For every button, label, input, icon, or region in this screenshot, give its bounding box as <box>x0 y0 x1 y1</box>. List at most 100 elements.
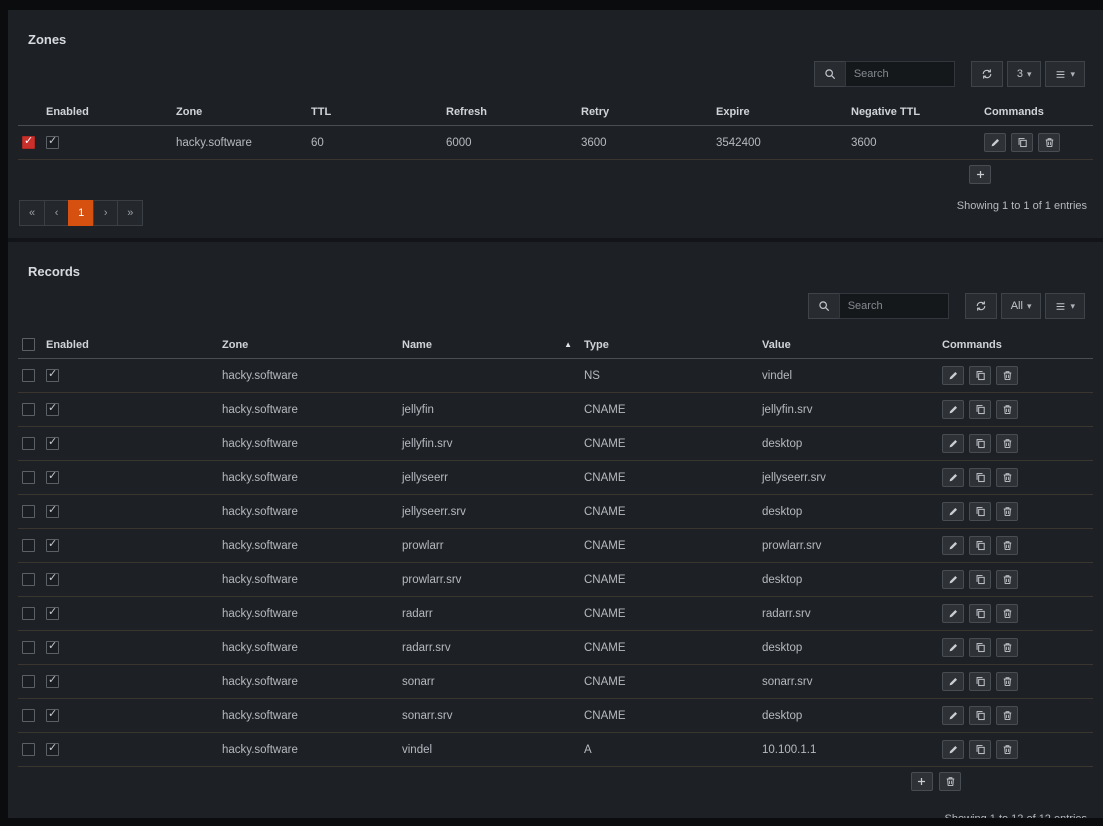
delete-button[interactable] <box>996 400 1018 419</box>
zones-col-ttl[interactable]: TTL <box>307 99 442 126</box>
row-select-checkbox[interactable] <box>22 641 35 654</box>
records-select-all-header <box>18 331 42 359</box>
records-summary-row: Showing 1 to 12 of 12 entries <box>18 813 1093 818</box>
enabled-checkbox[interactable]: ✓ <box>46 369 59 382</box>
edit-button[interactable] <box>984 133 1006 152</box>
zones-search-input[interactable] <box>845 61 955 87</box>
copy-button[interactable] <box>969 604 991 623</box>
copy-icon <box>975 744 986 755</box>
enabled-checkbox[interactable]: ✓ <box>46 403 59 416</box>
copy-button[interactable] <box>969 672 991 691</box>
edit-button[interactable] <box>942 536 964 555</box>
list-icon <box>1055 69 1066 80</box>
enabled-checkbox[interactable]: ✓ <box>46 471 59 484</box>
records-search-input[interactable] <box>839 293 949 319</box>
edit-button[interactable] <box>942 604 964 623</box>
row-select-checkbox[interactable] <box>22 743 35 756</box>
copy-button[interactable] <box>969 536 991 555</box>
select-all-checkbox[interactable] <box>22 338 35 351</box>
zones-refresh-button[interactable] <box>971 61 1003 87</box>
zones-columns-dropdown[interactable]: ▾ <box>1045 61 1085 87</box>
edit-button[interactable] <box>942 570 964 589</box>
pagination-page-1-button[interactable]: 1 <box>68 200 94 226</box>
edit-button[interactable] <box>942 740 964 759</box>
zones-col-refresh[interactable]: Refresh <box>442 99 577 126</box>
copy-button[interactable] <box>969 434 991 453</box>
row-select-checkbox[interactable]: ✓ <box>22 136 35 149</box>
row-select-checkbox[interactable] <box>22 607 35 620</box>
delete-button[interactable] <box>996 434 1018 453</box>
zones-col-negative-ttl[interactable]: Negative TTL <box>847 99 980 126</box>
records-columns-dropdown[interactable]: ▾ <box>1045 293 1085 319</box>
enabled-checkbox[interactable]: ✓ <box>46 641 59 654</box>
delete-button[interactable] <box>996 604 1018 623</box>
zones-col-retry[interactable]: Retry <box>577 99 712 126</box>
add-zone-button[interactable] <box>969 165 991 184</box>
zones-page-size-dropdown[interactable]: 3 ▾ <box>1007 61 1042 87</box>
zones-search-button[interactable] <box>814 61 845 87</box>
edit-button[interactable] <box>942 502 964 521</box>
edit-button[interactable] <box>942 672 964 691</box>
delete-button[interactable] <box>996 638 1018 657</box>
pagination-prev-button[interactable]: ‹ <box>44 200 69 226</box>
delete-button[interactable] <box>996 672 1018 691</box>
delete-button[interactable] <box>996 468 1018 487</box>
records-col-value[interactable]: Value <box>758 331 938 359</box>
edit-button[interactable] <box>942 706 964 725</box>
delete-button[interactable] <box>996 366 1018 385</box>
row-select-checkbox[interactable] <box>22 709 35 722</box>
copy-button[interactable] <box>969 400 991 419</box>
copy-button[interactable] <box>969 366 991 385</box>
edit-button[interactable] <box>942 366 964 385</box>
copy-button[interactable] <box>1011 133 1033 152</box>
edit-button[interactable] <box>942 468 964 487</box>
row-select-checkbox[interactable] <box>22 403 35 416</box>
enabled-checkbox[interactable]: ✓ <box>46 573 59 586</box>
row-select-checkbox[interactable] <box>22 675 35 688</box>
row-select-checkbox[interactable] <box>22 437 35 450</box>
copy-button[interactable] <box>969 706 991 725</box>
enabled-checkbox[interactable]: ✓ <box>46 709 59 722</box>
pagination-next-button[interactable]: › <box>93 200 118 226</box>
delete-button[interactable] <box>996 536 1018 555</box>
edit-button[interactable] <box>942 400 964 419</box>
row-select-checkbox[interactable] <box>22 573 35 586</box>
enabled-checkbox[interactable]: ✓ <box>46 136 59 149</box>
zones-col-expire[interactable]: Expire <box>712 99 847 126</box>
records-search-button[interactable] <box>808 293 839 319</box>
enabled-checkbox[interactable]: ✓ <box>46 505 59 518</box>
enabled-checkbox[interactable]: ✓ <box>46 437 59 450</box>
pagination-last-button[interactable]: » <box>117 200 143 226</box>
enabled-checkbox[interactable]: ✓ <box>46 607 59 620</box>
check-icon: ✓ <box>48 367 57 380</box>
enabled-checkbox[interactable]: ✓ <box>46 539 59 552</box>
copy-button[interactable] <box>969 468 991 487</box>
enabled-checkbox[interactable]: ✓ <box>46 743 59 756</box>
delete-button[interactable] <box>996 570 1018 589</box>
add-record-button[interactable] <box>911 772 933 791</box>
records-col-zone[interactable]: Zone <box>218 331 398 359</box>
name-cell: sonarr.srv <box>398 699 580 733</box>
records-refresh-button[interactable] <box>965 293 997 319</box>
copy-button[interactable] <box>969 502 991 521</box>
delete-button[interactable] <box>996 502 1018 521</box>
copy-button[interactable] <box>969 570 991 589</box>
row-select-checkbox[interactable] <box>22 369 35 382</box>
delete-button[interactable] <box>996 706 1018 725</box>
enabled-checkbox[interactable]: ✓ <box>46 675 59 688</box>
edit-button[interactable] <box>942 434 964 453</box>
zones-col-zone[interactable]: Zone <box>172 99 307 126</box>
copy-button[interactable] <box>969 740 991 759</box>
edit-button[interactable] <box>942 638 964 657</box>
records-col-name[interactable]: Name ▲ <box>398 331 580 359</box>
delete-selected-records-button[interactable] <box>939 772 961 791</box>
row-select-checkbox[interactable] <box>22 505 35 518</box>
row-select-checkbox[interactable] <box>22 471 35 484</box>
records-filter-dropdown[interactable]: All ▾ <box>1001 293 1042 319</box>
delete-button[interactable] <box>996 740 1018 759</box>
delete-button[interactable] <box>1038 133 1060 152</box>
row-select-checkbox[interactable] <box>22 539 35 552</box>
records-col-type[interactable]: Type <box>580 331 758 359</box>
pagination-first-button[interactable]: « <box>19 200 45 226</box>
copy-button[interactable] <box>969 638 991 657</box>
